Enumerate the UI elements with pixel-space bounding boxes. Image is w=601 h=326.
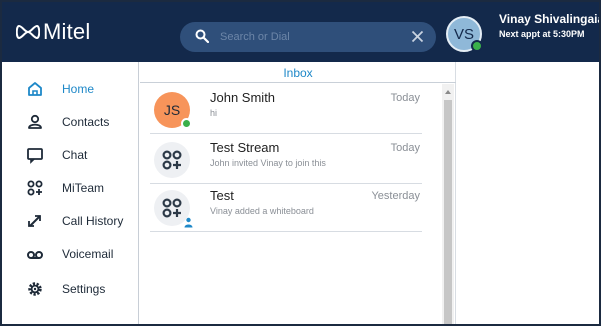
brand-name: Mitel (43, 19, 91, 44)
user-avatar[interactable]: VS (446, 16, 483, 52)
sidebar-item-label: Call History (62, 214, 124, 228)
divider (140, 82, 456, 83)
inbox-scrollbar[interactable] (442, 84, 454, 324)
sidebar-item-chat[interactable]: Chat (2, 140, 139, 170)
clear-search-icon[interactable] (411, 30, 424, 43)
settings-icon (28, 282, 42, 296)
presence-status-icon (181, 118, 192, 129)
detail-pane (457, 62, 599, 324)
chat-icon (27, 148, 43, 164)
sidebar-item-home[interactable]: Home (2, 74, 139, 104)
avatar (154, 190, 193, 228)
conversation-preview: hi (210, 108, 218, 118)
user-initials: VS (453, 25, 474, 43)
sidebar: Home Contacts Chat MiTeam Call History V… (2, 62, 139, 324)
sidebar-item-label: Contacts (62, 115, 110, 129)
group-stream-icon (162, 150, 182, 170)
inbox-title: Inbox (283, 66, 313, 80)
user-name: Vinay Shivalingaiah (499, 12, 601, 26)
scroll-up-arrow-icon[interactable] (445, 90, 451, 94)
conversation-item[interactable]: JS John Smith hi Today (150, 86, 422, 134)
miteam-icon (27, 180, 43, 196)
search-bar[interactable] (180, 22, 436, 52)
person-badge-icon (184, 217, 193, 228)
sidebar-item-label: Voicemail (62, 247, 114, 261)
conversation-preview: Vinay added a whiteboard (210, 206, 314, 216)
presence-status-icon (471, 40, 483, 52)
call-history-icon (28, 215, 41, 227)
sidebar-item-contacts[interactable]: Contacts (2, 107, 139, 137)
home-icon (28, 82, 42, 96)
voicemail-icon (27, 251, 43, 259)
conversation-time: Today (390, 142, 420, 154)
conversation-time: Yesterday (371, 190, 420, 202)
contacts-icon (28, 114, 42, 129)
conversation-item[interactable]: Test Vinay added a whiteboard Yesterday (150, 184, 422, 232)
app-window: Mitel VS Vinay Shivalingaiah Next appt a… (0, 0, 601, 326)
scroll-thumb[interactable] (444, 100, 452, 324)
sidebar-item-miteam[interactable]: MiTeam (2, 173, 139, 203)
avatar: JS (154, 92, 192, 129)
top-bar: Mitel VS Vinay Shivalingaiah Next appt a… (2, 2, 599, 62)
sidebar-item-call-history[interactable]: Call History (2, 206, 139, 236)
sidebar-item-settings[interactable]: Settings (2, 274, 139, 304)
avatar-initials: JS (163, 102, 181, 118)
conversation-item[interactable]: Test Stream John invited Vinay to join t… (150, 136, 422, 184)
search-icon[interactable] (195, 29, 209, 43)
inbox-panel: Inbox JS John Smith hi Today Test Stream (140, 62, 456, 324)
mitel-logo-icon (16, 24, 40, 40)
conversation-name: John Smith (210, 90, 276, 105)
sidebar-item-label: Home (62, 82, 95, 96)
conversation-time: Today (390, 92, 420, 104)
conversation-name: Test (210, 188, 234, 203)
search-input[interactable] (220, 27, 390, 47)
avatar (154, 142, 190, 178)
sidebar-item-voicemail[interactable]: Voicemail (2, 239, 139, 269)
sidebar-item-label: Chat (62, 148, 88, 162)
sidebar-item-label: MiTeam (62, 181, 105, 195)
user-status: Next appt at 5:30PM (499, 29, 585, 39)
group-stream-icon (162, 198, 182, 218)
sidebar-item-label: Settings (62, 282, 106, 296)
conversation-name: Test Stream (210, 140, 280, 155)
brand: Mitel (16, 19, 90, 45)
conversation-preview: John invited Vinay to join this (210, 158, 326, 168)
